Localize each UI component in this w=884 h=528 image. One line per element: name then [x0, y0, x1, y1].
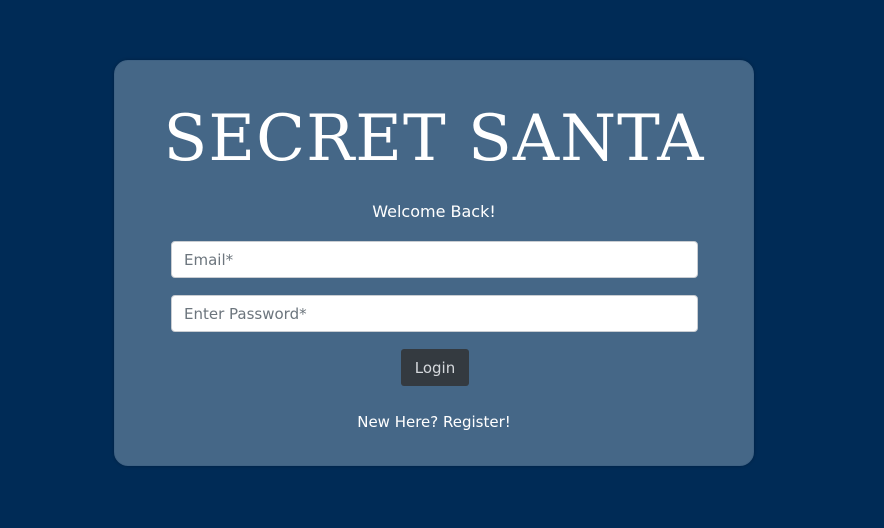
- password-input[interactable]: [171, 295, 698, 332]
- register-link[interactable]: New Here? Register!: [115, 411, 753, 433]
- login-button[interactable]: Login: [401, 349, 469, 386]
- email-input[interactable]: [171, 241, 698, 278]
- welcome-text: Welcome Back!: [372, 202, 496, 221]
- app-title: SECRET SANTA: [163, 102, 705, 176]
- login-card: SECRET SANTA Welcome Back! Login New Her…: [114, 60, 754, 466]
